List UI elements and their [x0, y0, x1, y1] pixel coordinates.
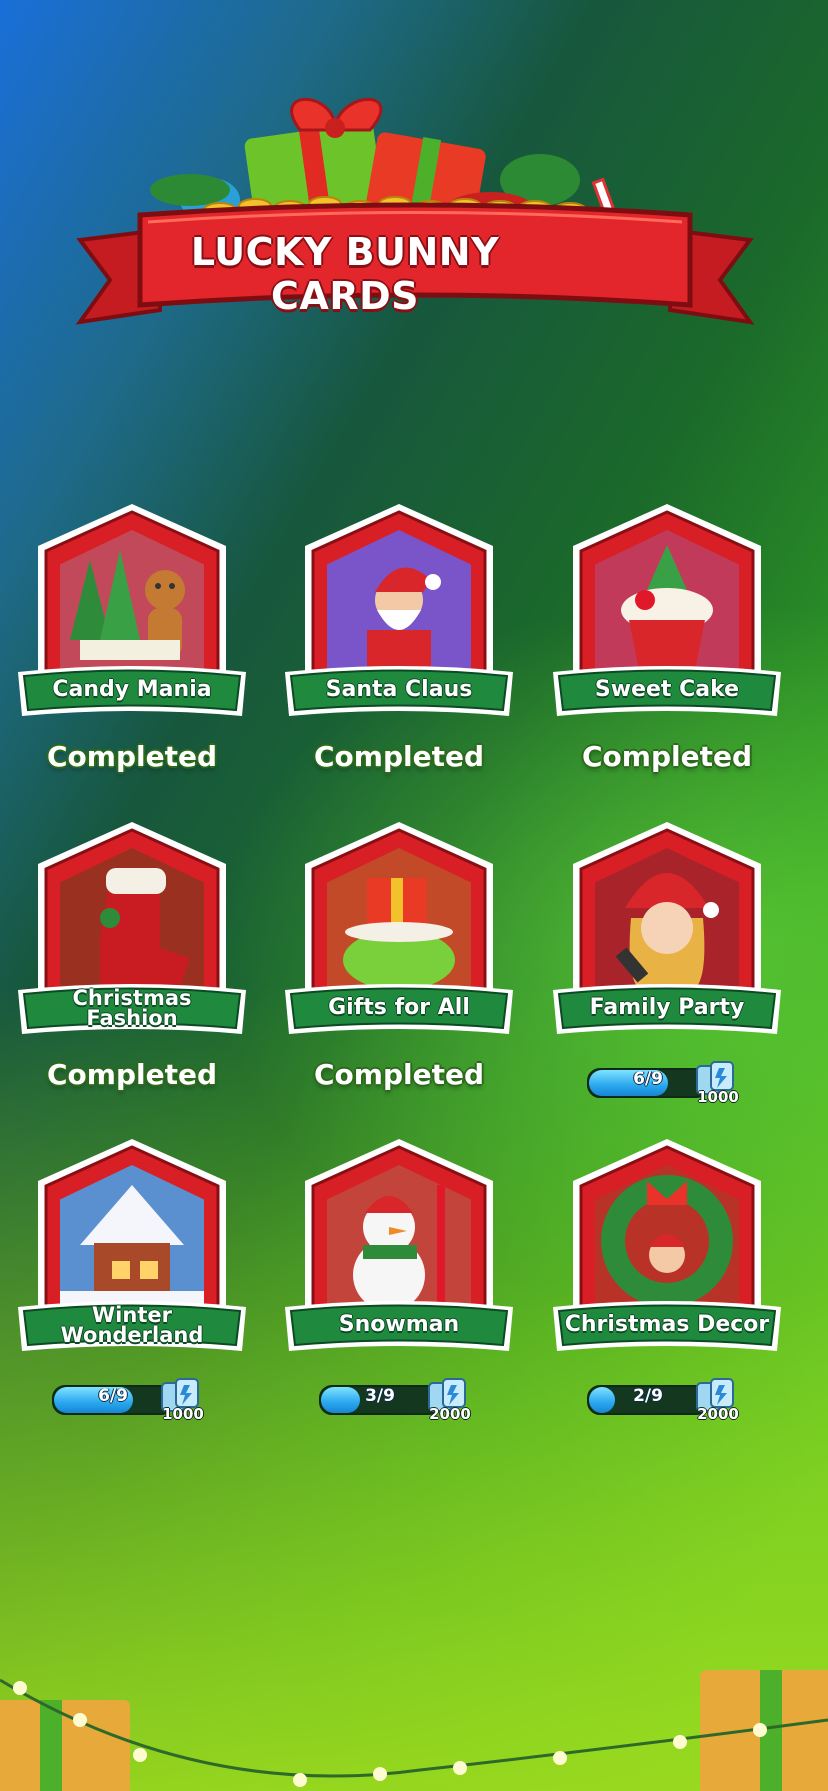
lucky-bunny-cards-screen: LUCKY BUNNY CARDS Candy Mania Completed — [0, 0, 828, 1791]
card-title: Gifts for All — [328, 995, 470, 1020]
completed-status: Completed — [313, 1058, 484, 1091]
completed-status: Completed — [46, 1058, 217, 1091]
card-snowman[interactable]: Snowman 3/9 2000 — [281, 1135, 517, 1435]
card-title: Winter Wonderland — [60, 1303, 204, 1347]
card-family-party[interactable]: Family Party 6/9 1000 — [549, 818, 785, 1118]
card-title: Christmas Decor — [564, 1312, 770, 1337]
card-title: Santa Claus — [325, 677, 473, 702]
card-title: Snowman — [338, 1312, 460, 1337]
progress-text: 2/9 — [633, 1386, 663, 1406]
reward-amount: 1000 — [697, 1088, 739, 1106]
card-title: Sweet Cake — [594, 677, 740, 702]
card-santa-claus[interactable]: Santa Claus Completed — [281, 500, 517, 800]
completed-status: Completed — [46, 740, 217, 773]
card-winter-wonderland[interactable]: Winter Wonderland 6/9 1000 — [14, 1135, 250, 1435]
reward-amount: 2000 — [697, 1405, 739, 1423]
card-progress: 3/9 2000 — [319, 1375, 489, 1423]
reward-amount: 1000 — [162, 1405, 204, 1423]
card-sweet-cake[interactable]: Sweet Cake Completed — [549, 500, 785, 800]
completed-status: Completed — [581, 740, 752, 773]
card-title: Candy Mania — [52, 677, 212, 702]
card-christmas-fashion[interactable]: Christmas Fashion Completed — [14, 818, 250, 1118]
card-title: Family Party — [589, 995, 745, 1020]
bottom-lights-icon — [0, 1670, 828, 1791]
progress-text: 6/9 — [633, 1069, 663, 1089]
card-progress: 6/9 1000 — [587, 1058, 757, 1106]
card-collection-grid: Candy Mania Completed Santa Claus Comple… — [0, 0, 828, 1500]
card-title: Christmas Fashion — [72, 986, 192, 1030]
card-gifts-for-all[interactable]: Gifts for All Completed — [281, 818, 517, 1118]
card-progress: 2/9 2000 — [587, 1375, 757, 1423]
card-christmas-decor[interactable]: Christmas Decor 2/9 2000 — [549, 1135, 785, 1435]
completed-status: Completed — [313, 740, 484, 773]
reward-amount: 2000 — [429, 1405, 471, 1423]
progress-text: 3/9 — [365, 1386, 395, 1406]
progress-text: 6/9 — [98, 1386, 128, 1406]
card-candy-mania[interactable]: Candy Mania Completed — [14, 500, 250, 800]
card-progress: 6/9 1000 — [52, 1375, 222, 1423]
